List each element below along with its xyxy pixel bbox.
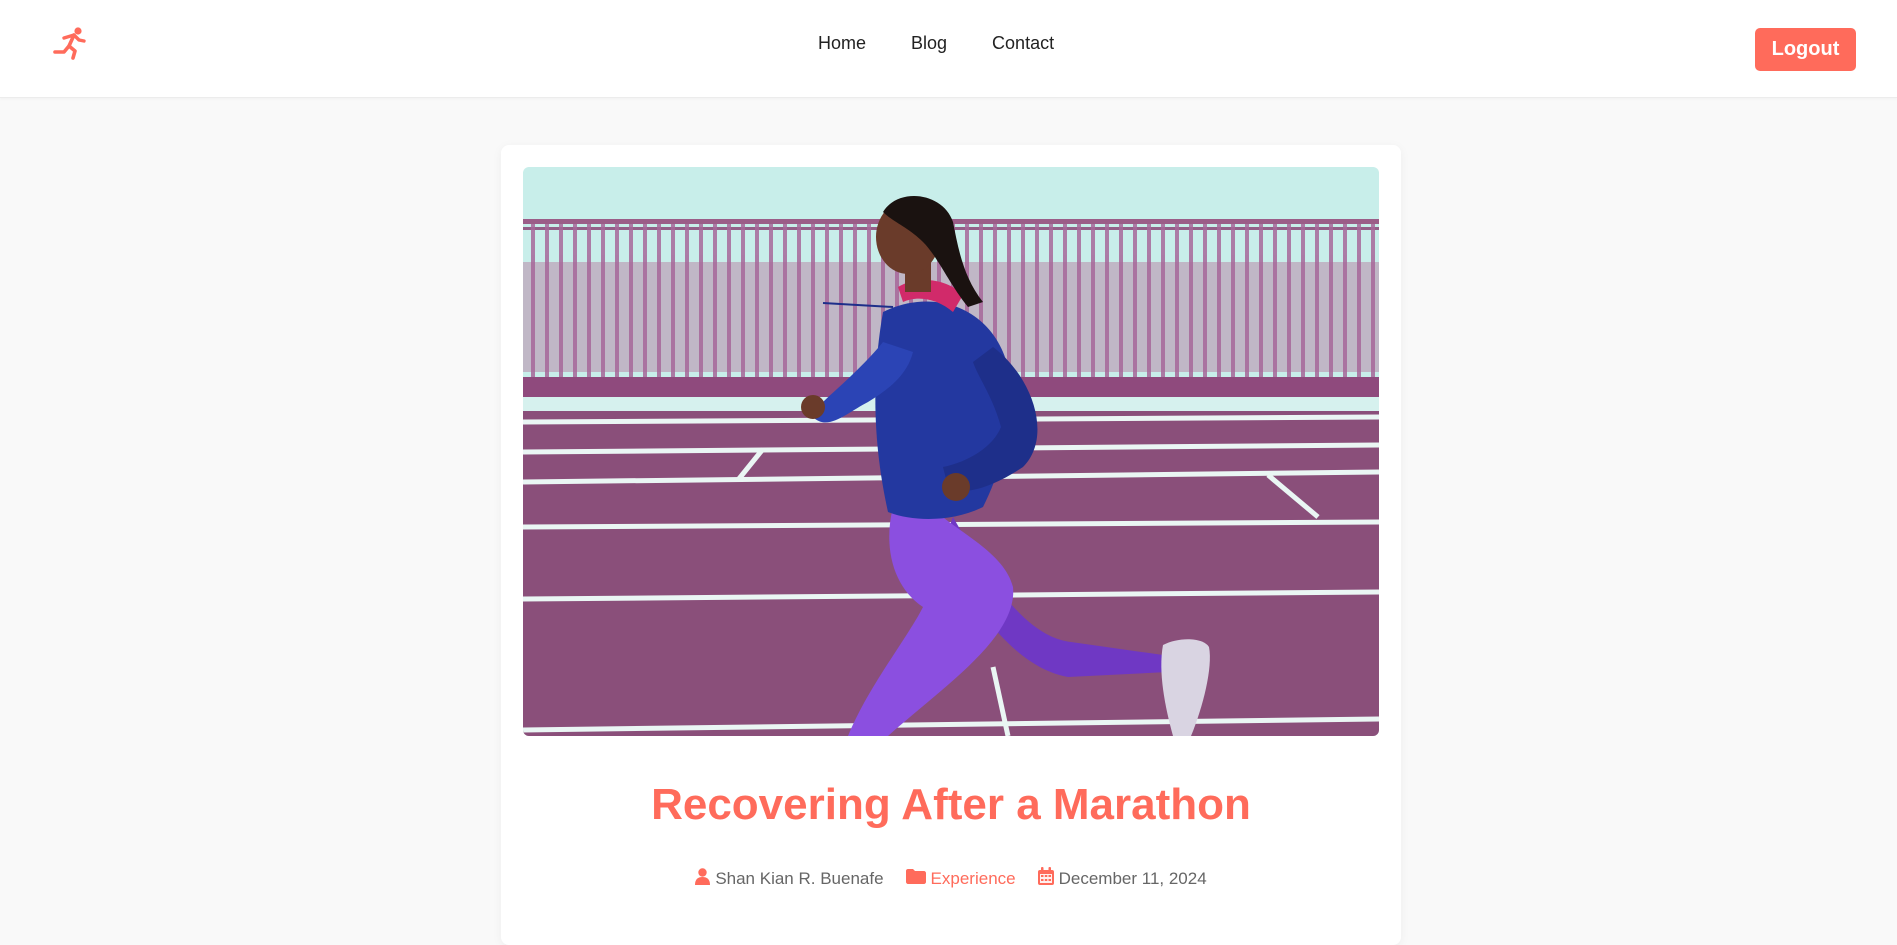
logout-button[interactable]: Logout xyxy=(1755,28,1856,71)
post-hero-image xyxy=(523,167,1379,736)
post-category-label: Experience xyxy=(930,868,1016,888)
nav-contact-link[interactable]: Contact xyxy=(992,32,1054,54)
calendar-icon xyxy=(1037,867,1059,890)
post-meta: Shan Kian R. Buenafe Experience December… xyxy=(501,867,1401,890)
folder-icon xyxy=(905,868,931,889)
post-date: December 11, 2024 xyxy=(1037,867,1207,890)
logo[interactable] xyxy=(50,25,90,65)
running-person-icon xyxy=(51,26,89,65)
runner-photo xyxy=(523,167,1379,736)
user-icon xyxy=(695,867,715,890)
post-author: Shan Kian R. Buenafe xyxy=(695,867,884,890)
nav-blog-link[interactable]: Blog xyxy=(911,32,947,54)
nav-home-link[interactable]: Home xyxy=(818,32,866,54)
post-category[interactable]: Experience xyxy=(905,868,1016,889)
main-nav: Home Blog Contact xyxy=(818,32,1054,54)
navbar: Home Blog Contact Logout xyxy=(0,0,1897,98)
post-author-name: Shan Kian R. Buenafe xyxy=(715,868,884,888)
post-date-text: December 11, 2024 xyxy=(1058,868,1207,888)
post-card: Recovering After a Marathon Shan Kian R.… xyxy=(501,145,1401,945)
post-title: Recovering After a Marathon xyxy=(651,780,1251,829)
